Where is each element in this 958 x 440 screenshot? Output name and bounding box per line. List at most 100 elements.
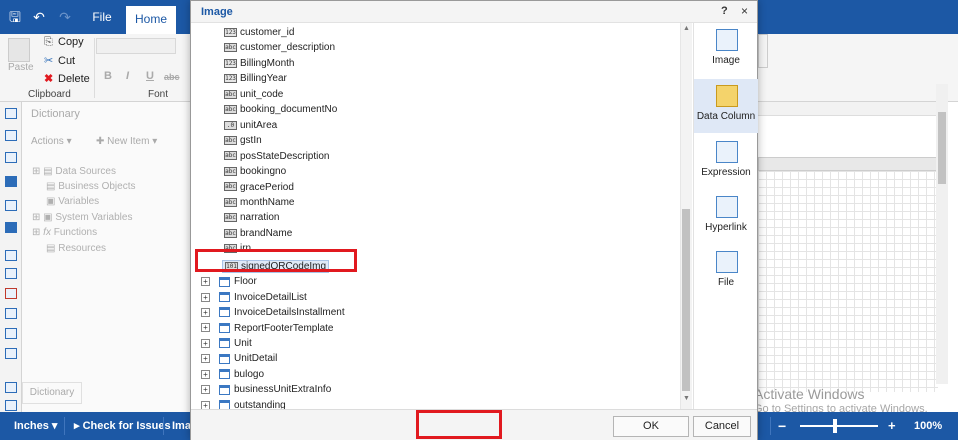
help-icon[interactable]: ? [721,5,728,17]
field-row[interactable]: abc unit_code [224,87,283,102]
dict-item-functions[interactable]: ⊞ fx Functions [32,227,97,238]
field-row[interactable]: abc customer_description [224,40,335,55]
field-row[interactable]: .0 unitArea [224,118,277,133]
design-grid[interactable] [758,171,938,392]
table-row[interactable]: + Unit [201,336,252,351]
image-tool-icon[interactable] [5,288,17,299]
field-row[interactable]: abc bookingno [224,164,286,179]
field-row[interactable]: abc gstIn [224,133,262,148]
italic-icon[interactable]: I [126,70,129,82]
image-dialog: Image ? × 123 customer_id abc customer_desc… [190,0,758,440]
zoom-slider-thumb[interactable] [833,419,837,433]
ok-button[interactable]: OK [613,416,689,437]
dict-item-system-variables[interactable]: ⊞ ▣ System Variables [32,212,132,223]
expand-icon[interactable]: + [201,338,210,348]
table-row[interactable]: + InvoiceDetailsInstallment [201,305,345,320]
option-hyperlink[interactable]: Hyperlink [694,190,758,244]
units-selector[interactable]: Inches ▾ [14,412,57,440]
expand-icon[interactable]: + [201,385,210,395]
chart-tool-icon[interactable] [5,382,17,393]
table-row[interactable]: + ReportFooterTemplate [201,321,334,336]
rich-text-icon[interactable] [5,268,17,279]
report-band-header[interactable] [758,157,938,171]
field-row[interactable]: abc booking_documentNo [224,102,337,117]
expand-icon[interactable]: + [201,292,210,302]
table-row[interactable]: + UnitDetail [201,351,277,366]
save-icon[interactable]: 🖫 [6,8,24,26]
field-row[interactable]: abc monthName [224,195,294,210]
underline-icon[interactable]: U [146,70,154,82]
dict-item-resources[interactable]: ▤ Resources [46,243,106,254]
zoom-in-button[interactable]: + [888,412,896,440]
table-row[interactable]: + Floor [201,274,257,289]
bold-icon[interactable]: B [104,70,112,82]
expand-icon[interactable]: + [201,307,210,317]
dict-item-business-objects[interactable]: ▤ Business Objects [46,181,136,192]
option-expression[interactable]: Expression [694,135,758,189]
field-row[interactable]: 123 customer_id [224,25,294,40]
map-tool-icon[interactable] [5,400,17,411]
zoom-slider[interactable] [800,425,878,427]
cut-button[interactable]: ✂ Cut [44,54,75,67]
toolbox-icon[interactable] [5,108,17,119]
field-name: bookingno [240,166,287,178]
table-row[interactable]: + InvoiceDetailList [201,290,307,305]
cancel-button[interactable]: Cancel [693,416,751,437]
clone-icon[interactable] [5,348,17,359]
expand-icon[interactable]: + [201,400,210,409]
scroll-down-icon[interactable]: ▼ [683,395,690,402]
field-row[interactable]: abc gracePeriod [224,180,294,195]
font-name-box[interactable] [96,38,176,54]
barcode-icon[interactable] [5,308,17,319]
table-row[interactable]: + businessUnitExtraInfo [201,382,331,397]
cross-band-icon[interactable] [5,152,17,163]
close-icon[interactable]: × [741,4,748,18]
field-name: BillingMonth [240,57,295,69]
actions-menu[interactable]: Actions ▾ [31,136,72,147]
redo-icon[interactable]: ↷ [56,8,74,26]
dict-item-variables[interactable]: ▣ Variables [46,196,99,207]
field-row[interactable]: 123 BillingYear [224,71,287,86]
shapes-icon[interactable] [5,200,17,211]
expand-icon[interactable]: + [201,323,210,333]
check-issues-button[interactable]: ▸ Check for Issues [74,412,171,440]
undo-icon[interactable]: ↶ [30,8,48,26]
option-image[interactable]: Image [694,23,758,77]
home-tab[interactable]: Home [126,6,176,34]
expand-icon[interactable]: + [201,354,210,364]
field-row[interactable]: 123 BillingMonth [224,56,294,71]
table-row[interactable]: + outstanding [201,398,286,409]
field-row[interactable]: abc posStateDescription [224,149,330,164]
expand-icon[interactable]: + [201,277,210,287]
delete-label: Delete [58,73,90,85]
panel-icon[interactable] [5,328,17,339]
paste-button[interactable]: Paste [8,62,34,73]
option-file[interactable]: File [694,245,758,299]
band-icon[interactable] [5,130,17,141]
expand-icon[interactable]: + [201,369,210,379]
new-item-icon: ✚ [96,136,105,147]
puzzle-icon[interactable] [5,222,17,233]
field-name: monthName [240,196,295,208]
strikethrough-icon[interactable]: abc [164,72,180,82]
field-row[interactable]: abc brandName [224,226,292,241]
dictionary-tab[interactable]: Dictionary [22,382,82,404]
design-surface[interactable] [758,102,948,392]
new-item-button[interactable]: ✚ New Item ▾ [96,136,157,147]
paste-icon[interactable] [8,38,30,62]
scroll-up-icon[interactable]: ▲ [683,25,690,32]
table-row[interactable]: + bulogo [201,367,264,382]
zoom-out-button[interactable]: − [778,412,786,440]
file-menu[interactable]: File [84,0,120,34]
design-scrollbar-thumb[interactable] [938,112,946,184]
component-icon[interactable] [5,176,17,187]
field-row[interactable]: abc narration [224,210,279,225]
actions-label: Actions [31,136,64,147]
tree-scrollbar-thumb[interactable] [682,209,690,391]
delete-button[interactable]: ✖ Delete [44,72,90,85]
option-data-column[interactable]: Data Column [694,79,758,133]
text-icon[interactable] [5,250,17,261]
dict-item-data-sources[interactable]: ⊞ ▤ Data Sources [32,166,116,177]
field-name: customer_id [240,27,295,38]
copy-button[interactable]: ⎘ Copy [44,36,84,49]
